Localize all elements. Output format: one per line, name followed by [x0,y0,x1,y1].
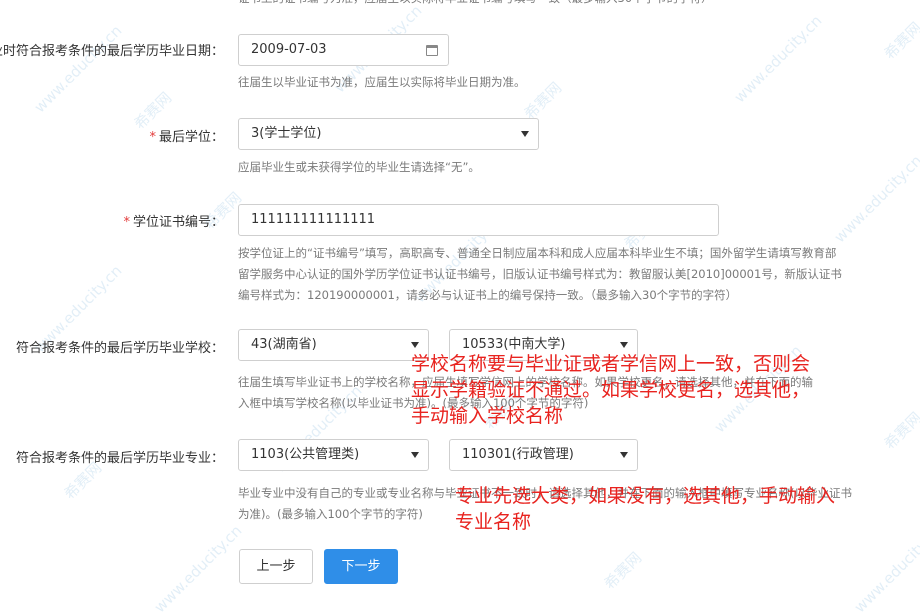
province-value: 43(湖南省) [251,337,317,352]
watermark-text: www.educity.cn [850,521,920,616]
degree-select[interactable]: 3(学士学位) [238,118,539,150]
province-select[interactable]: 43(湖南省) [238,329,429,361]
calendar-icon[interactable] [426,45,438,56]
chevron-down-icon [521,131,529,137]
degree-cert-value: 111111111111111 [251,212,376,227]
watermark-text: 希赛网 [520,78,566,124]
chevron-down-icon [620,342,628,348]
watermark-text: 希赛网 [880,408,920,454]
grad-school-label: 符合报考条件的最后学历毕业学校： [15,341,224,356]
degree-label: * 最后学位： [149,126,224,145]
school-value: 10533(中南大学) [462,337,566,352]
major-category-select[interactable]: 1103(公共管理类) [238,439,429,471]
chevron-down-icon [411,342,419,348]
grad-major-label: 符合报考条件的最后学历毕业专业： [15,451,224,466]
hint-line: 编号样式为：120190000001，请务必与认证书上的编号保持一致。（最多输入… [238,288,738,302]
chevron-down-icon [620,452,628,458]
annotation-line: 学校名称要与毕业证或者学信网上一致，否则会 [411,353,811,375]
degree-cert-hint: 按学位证上的“证书编号”填写，高职高专、普通全日制应届本科和成人应届本科毕业生不… [238,243,878,306]
degree-cert-label-text: 学位证书编号： [132,215,224,230]
required-mark: * [123,215,130,230]
major-select[interactable]: 110301(行政管理) [449,439,638,471]
annotation-line: 手动输入学校名称 [411,405,564,427]
next-step-button[interactable]: 下一步 [324,549,398,584]
watermark-text: www.educity.cn [150,521,246,616]
major-category-value: 1103(公共管理类) [251,447,360,462]
degree-hint: 应届毕业生或未获得学位的毕业生请选择“无”。 [238,160,480,174]
annotation-line: 专业先选大类，如果没有，选其他，手动输入 [455,485,836,507]
chevron-down-icon [411,452,419,458]
watermark-text: 希赛网 [600,548,646,594]
major-value: 110301(行政管理) [462,447,574,462]
top-hint-text: 证书上的证书编号为准，应届生以实际将毕业证书编号填写一致（最多输入30个字节的字… [238,0,918,9]
prev-step-button[interactable]: 上一步 [239,549,313,584]
school-annotation: 学校名称要与毕业证或者学信网上一致，否则会 显示学籍验证不通过。如果学校更名，选… [411,351,810,429]
grad-date-hint: 往届生以毕业证书为准，应届生以实际将毕业日期为准。 [238,75,526,89]
grad-date-input[interactable]: 2009-07-03 [238,34,449,66]
hint-line: 按学位证上的“证书编号”填写，高职高专、普通全日制应届本科和成人应届本科毕业生不… [238,246,837,260]
grad-date-label: 毕业时符合报考条件的最后学历毕业日期： [0,44,224,59]
grad-date-value: 2009-07-03 [251,42,327,57]
hint-line: 留学服务中心认证的国外学历学位证书认证书编号，旧版认证书编号样式为：教留服认美[… [238,267,842,281]
watermark-text: www.educity.cn [730,11,826,107]
watermark-text: www.educity.cn [830,151,920,247]
degree-cert-label: * 学位证书编号： [123,211,224,230]
degree-label-text: 最后学位： [158,130,224,145]
major-annotation: 专业先选大类，如果没有，选其他，手动输入 专业名称 [455,483,835,535]
required-mark: * [149,130,156,145]
degree-cert-input[interactable]: 111111111111111 [238,204,719,236]
annotation-line: 显示学籍验证不通过。如果学校更名，选其他， [411,379,811,401]
annotation-line: 专业名称 [455,511,532,533]
watermark-text: www.educity.cn [30,21,126,117]
watermark-text: 希赛网 [880,18,920,64]
degree-value: 3(学士学位) [251,126,322,141]
